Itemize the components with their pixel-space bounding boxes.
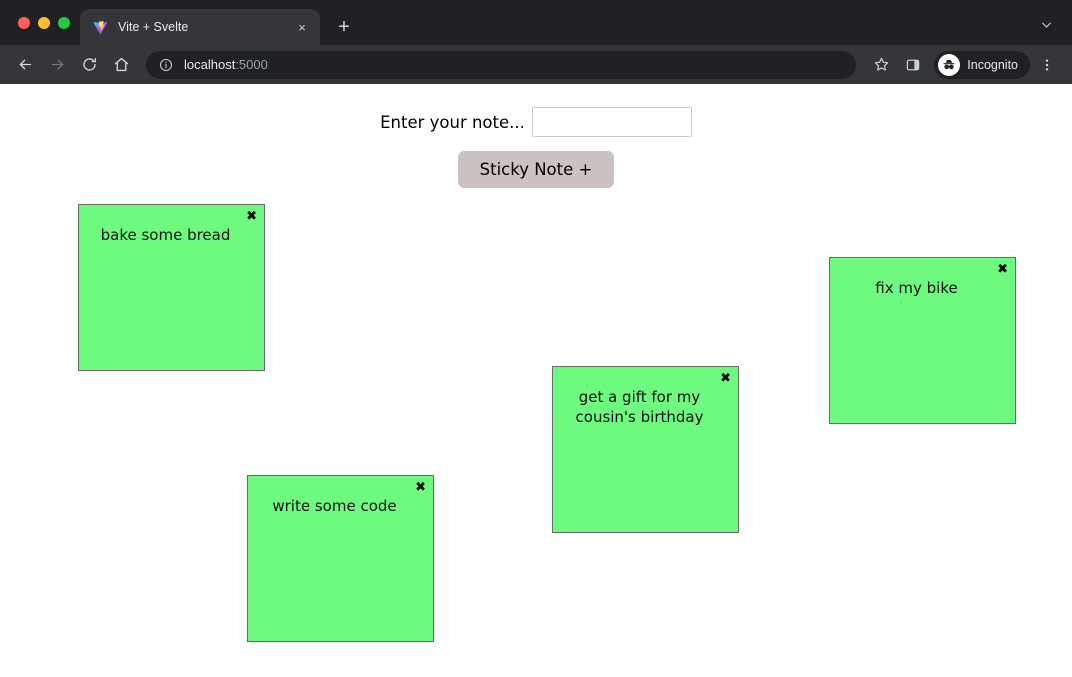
incognito-label: Incognito [967, 57, 1018, 72]
sticky-note-close-icon[interactable]: ✖ [720, 372, 731, 385]
address-bar-url: localhost:5000 [184, 57, 268, 72]
tab-close-icon[interactable]: × [292, 17, 312, 37]
note-input[interactable] [531, 107, 692, 137]
sticky-note-close-icon[interactable]: ✖ [415, 481, 426, 494]
forward-button[interactable] [42, 50, 72, 80]
new-tab-button[interactable]: + [330, 13, 358, 41]
sticky-note[interactable]: ✖ fix my bike [829, 257, 1016, 424]
home-button[interactable] [106, 50, 136, 80]
tab-title: Vite + Svelte [118, 20, 189, 34]
sticky-note-close-icon[interactable]: ✖ [246, 210, 257, 223]
sticky-note-close-icon[interactable]: ✖ [997, 263, 1008, 276]
sticky-note[interactable]: ✖ bake some bread [78, 204, 265, 371]
window-traffic-lights [10, 0, 80, 45]
chevron-down-icon[interactable] [1034, 12, 1058, 36]
sticky-note-text: write some code [272, 497, 397, 515]
tab-strip: Vite + Svelte × + [0, 0, 1072, 45]
minimize-window-button[interactable] [38, 16, 50, 29]
address-bar[interactable]: localhost:5000 [146, 50, 857, 79]
maximize-window-button[interactable] [58, 16, 70, 29]
reload-button[interactable] [74, 50, 104, 80]
browser-window: Vite + Svelte × + localhost:5000 Incogni… [0, 0, 1072, 677]
incognito-indicator[interactable]: Incognito [934, 50, 1030, 79]
sticky-note-text: get a gift for my cousin's birthday [575, 388, 704, 426]
back-button[interactable] [10, 50, 40, 80]
url-host: localhost [184, 57, 236, 72]
note-form: Enter your note... Sticky Note + [0, 84, 1072, 188]
note-input-row: Enter your note... [380, 107, 692, 137]
sticky-note-text: bake some bread [100, 226, 231, 244]
toolbar-actions: Incognito [866, 50, 1062, 80]
sticky-note[interactable]: ✖ get a gift for my cousin's birthday [552, 366, 739, 533]
url-port: :5000 [235, 57, 268, 72]
side-panel-icon[interactable] [898, 50, 928, 80]
bookmark-star-icon[interactable] [866, 50, 896, 80]
close-window-button[interactable] [18, 16, 30, 29]
browser-toolbar: localhost:5000 Incognito [0, 45, 1072, 84]
note-input-label: Enter your note... [380, 112, 525, 132]
sticky-note[interactable]: ✖ write some code [247, 475, 434, 642]
incognito-icon [938, 53, 961, 76]
page-content: Enter your note... Sticky Note + ✖ bake s… [0, 84, 1072, 677]
tab-vite-svelte[interactable]: Vite + Svelte × [80, 9, 320, 45]
site-info-icon[interactable] [158, 57, 174, 73]
add-sticky-note-button[interactable]: Sticky Note + [457, 151, 615, 188]
sticky-note-text: fix my bike [875, 279, 958, 297]
vite-logo-icon [92, 19, 108, 35]
browser-menu-icon[interactable] [1032, 50, 1062, 80]
